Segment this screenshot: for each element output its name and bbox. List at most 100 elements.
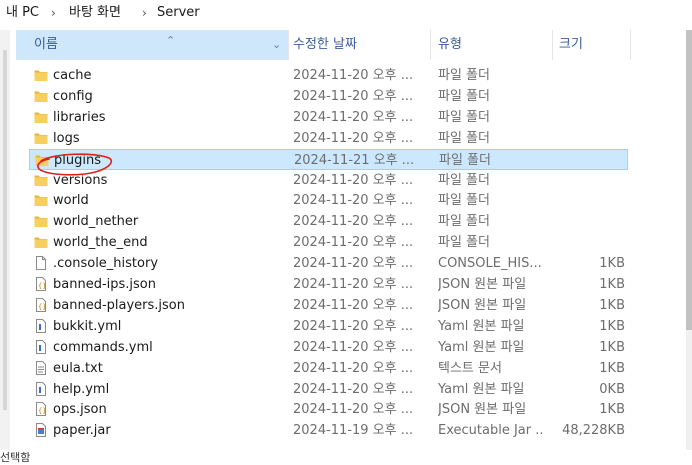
file-row[interactable]: world_the_end 2024-11-20 오후 ... 파일 폴더: [29, 232, 628, 253]
file-modified-date: 2024-11-20 오후 ...: [293, 277, 413, 292]
folder-icon: [34, 89, 48, 103]
breadcrumb-item-my-pc[interactable]: 내 PC: [6, 4, 39, 22]
column-divider[interactable]: [430, 30, 431, 60]
file-size: 1KB: [599, 256, 625, 272]
folder-icon: [34, 110, 48, 124]
column-header-name[interactable]: 이름 ⌃ ⌄: [16, 30, 288, 60]
file-modified-date: 2024-11-20 오후 ...: [293, 88, 413, 104]
file-type: JSON 원본 파일: [438, 297, 527, 313]
file-name: world_nether: [53, 214, 139, 230]
file-row[interactable]: logs 2024-11-20 오후 ... 파일 폴더: [29, 128, 628, 149]
file-type: 파일 폴더: [438, 88, 490, 104]
file-modified-date: 2024-11-20 오후 ...: [293, 172, 413, 188]
file-name: libraries: [53, 109, 106, 125]
file-size: 0KB: [599, 381, 625, 397]
file-modified-date: 2024-11-20 오후 ...: [293, 214, 413, 230]
file-row[interactable]: commands.yml 2024-11-20 오후 ... Yaml 원본 파일 1…: [29, 337, 628, 358]
file-name: eula.txt: [53, 360, 103, 376]
file-modified-date: 2024-11-20 오후 ...: [293, 339, 413, 355]
json-file-icon: {}: [34, 277, 48, 291]
left-scrollbar[interactable]: [0, 30, 10, 450]
vertical-scrollbar[interactable]: [686, 30, 692, 450]
chevron-down-icon[interactable]: ⌄: [272, 30, 281, 60]
breadcrumb-separator-icon: ›: [51, 6, 56, 20]
file-modified-date: 2024-11-20 오후 ...: [293, 318, 413, 334]
file-type: 파일 폴더: [438, 235, 490, 251]
file-size: 1KB: [599, 277, 625, 292]
breadcrumb: 내 PC › 바탕 화면 › Server: [0, 0, 692, 26]
left-scrollbar-thumb[interactable]: [3, 50, 7, 410]
file-modified-date: 2024-11-20 오후 ...: [293, 402, 413, 418]
file-type: JSON 원본 파일: [438, 277, 527, 292]
file-size: 1KB: [599, 339, 625, 355]
file-type: CONSOLE_HIS...: [438, 256, 542, 272]
folder-icon: [34, 235, 48, 249]
file-row[interactable]: plugins 2024-11-21 오후 ... 파일 폴더: [29, 148, 628, 170]
file-row[interactable]: .console_history 2024-11-20 오후 ... CONSOLE…: [29, 253, 628, 274]
breadcrumb-item-desktop[interactable]: 바탕 화면: [69, 4, 121, 22]
folder-icon: [34, 214, 48, 228]
file-modified-date: 2024-11-20 오후 ...: [293, 360, 413, 376]
file-size: 1KB: [599, 402, 625, 418]
status-bar: 선택함: [0, 451, 31, 464]
file-row[interactable]: {} ops.json 2024-11-20 오후 ... JSON 원본 파일 1KB: [29, 399, 628, 420]
column-header-date[interactable]: 수정한 날짜: [293, 30, 357, 60]
json-file-icon: {}: [34, 297, 48, 312]
svg-text:{}: {}: [38, 282, 46, 290]
column-header-size[interactable]: 크기: [559, 30, 583, 60]
yaml-file-icon: [34, 318, 48, 333]
file-row[interactable]: libraries 2024-11-20 오후 ... 파일 폴더: [29, 107, 628, 128]
scrollbar-thumb[interactable]: [686, 30, 692, 330]
file-type: 파일 폴더: [438, 68, 490, 83]
file-row[interactable]: help.yml 2024-11-20 오후 ... Yaml 원본 파일 0KB: [29, 379, 628, 400]
column-divider[interactable]: [288, 30, 289, 60]
file-name: bukkit.yml: [53, 318, 122, 334]
file-type: 파일 폴더: [438, 130, 490, 146]
file-name: commands.yml: [53, 339, 153, 355]
yaml-file-icon: [34, 381, 48, 396]
file-type: Yaml 원본 파일: [438, 339, 525, 355]
file-row[interactable]: world 2024-11-20 오후 ... 파일 폴더: [29, 190, 628, 211]
file-row[interactable]: world_nether 2024-11-20 오후 ... 파일 폴더: [29, 211, 628, 232]
folder-icon: [34, 173, 48, 187]
file-type: 파일 폴더: [438, 172, 490, 188]
file-row[interactable]: paper.jar 2024-11-19 오후 ... Executable Jar…: [29, 420, 628, 441]
file-name: versions: [53, 172, 108, 188]
column-header: 이름 ⌃ ⌄ 수정한 날짜 유형 크기: [16, 30, 692, 60]
file-name: help.yml: [53, 381, 110, 397]
text-file-icon: [34, 360, 48, 375]
file-row[interactable]: versions 2024-11-20 오후 ... 파일 폴더: [29, 170, 628, 191]
file-size: 1KB: [599, 360, 625, 376]
file-modified-date: 2024-11-20 오후 ...: [293, 235, 413, 251]
file-row[interactable]: {} banned-players.json 2024-11-20 오후 ... JS…: [29, 295, 628, 316]
column-divider[interactable]: [552, 30, 553, 60]
yaml-file-icon: [34, 339, 48, 354]
file-type: 파일 폴더: [438, 214, 490, 230]
svg-text:{}: {}: [38, 407, 46, 415]
file-type: Yaml 원본 파일: [438, 318, 525, 334]
file-modified-date: 2024-11-19 오후 ...: [293, 423, 413, 439]
blank-file-icon: [34, 256, 48, 271]
file-modified-date: 2024-11-20 오후 ...: [293, 381, 413, 397]
file-type: 파일 폴더: [439, 152, 491, 168]
file-name: config: [53, 88, 93, 104]
file-name: ops.json: [53, 402, 107, 418]
file-row[interactable]: eula.txt 2024-11-20 오후 ... 텍스트 문서 1KB: [29, 358, 628, 379]
file-modified-date: 2024-11-20 오후 ...: [293, 109, 413, 125]
file-row[interactable]: bukkit.yml 2024-11-20 오후 ... Yaml 원본 파일 1KB: [29, 316, 628, 337]
file-row[interactable]: config 2024-11-20 오후 ... 파일 폴더: [29, 86, 628, 107]
breadcrumb-separator-icon: ›: [142, 6, 147, 20]
breadcrumb-item-server[interactable]: Server: [157, 4, 200, 22]
file-size: 1KB: [599, 297, 625, 313]
file-name: cache: [53, 68, 92, 83]
file-modified-date: 2024-11-20 오후 ...: [293, 68, 413, 83]
file-type: Yaml 원본 파일: [438, 381, 525, 397]
file-row[interactable]: cache 2024-11-20 오후 ... 파일 폴더: [29, 65, 628, 86]
file-modified-date: 2024-11-20 오후 ...: [293, 297, 413, 313]
column-divider[interactable]: [630, 30, 631, 60]
svg-text:{}: {}: [38, 303, 46, 311]
file-size: 1KB: [599, 318, 625, 334]
file-row[interactable]: {} banned-ips.json 2024-11-20 오후 ... JSON 원…: [29, 274, 628, 295]
file-modified-date: 2024-11-20 오후 ...: [293, 256, 413, 272]
column-header-type[interactable]: 유형: [438, 30, 462, 60]
